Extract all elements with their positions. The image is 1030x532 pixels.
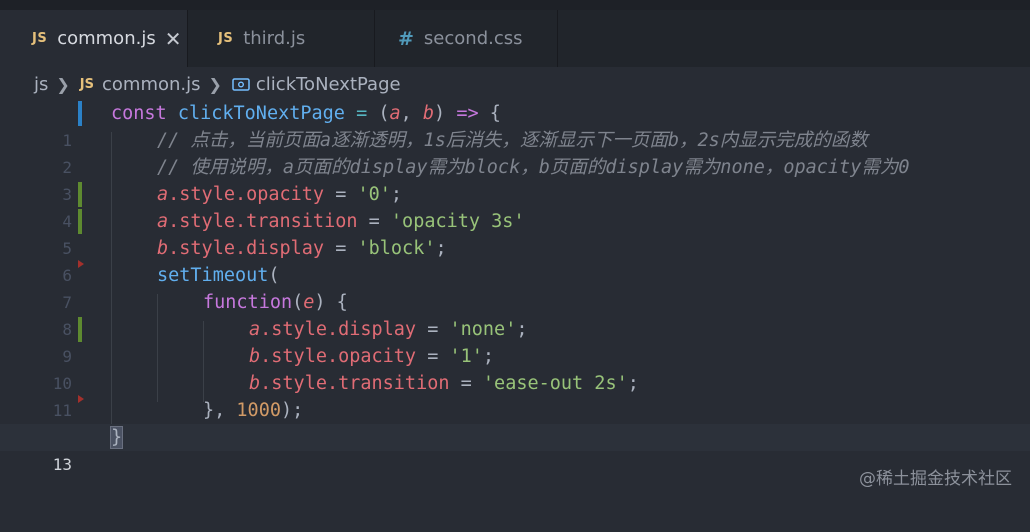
code-line: 4 a.style.opacity = '0';: [0, 181, 1030, 231]
tab-common-js[interactable]: JS common.js ✕: [0, 10, 188, 67]
code-line-current: 13 }: [0, 424, 1030, 474]
code-line: 7 setTimeout(: [0, 260, 1030, 312]
code-line: 1 const clickToNextPage = (a, b) => {: [0, 100, 1030, 150]
code-line: 2 // 点击，当前页面a逐渐透明，1s后消失，逐渐显示下一页面b，2s内显示完…: [0, 127, 1030, 177]
comment: // 使用说明，a页面的display需为block，b页面的display需为…: [157, 157, 910, 178]
gutter-added-marker: [78, 317, 82, 342]
breadcrumb-symbol[interactable]: clickToNextPage: [256, 74, 401, 95]
variable-symbol-icon: [232, 77, 250, 91]
tab-label: second.css: [423, 28, 523, 49]
gutter-added-marker: [78, 209, 82, 234]
gutter-deleted-marker: [78, 260, 84, 268]
code-line: 9 a.style.display = 'none';: [0, 316, 1030, 366]
window-title-strip: [0, 0, 1030, 10]
tab-second-css[interactable]: # second.css: [375, 10, 558, 67]
code-line: 5 a.style.transition = 'opacity 3s': [0, 208, 1030, 258]
code-editor[interactable]: 1 const clickToNextPage = (a, b) => { 2 …: [0, 100, 1030, 507]
code-line: 3 // 使用说明，a页面的display需为block，b页面的display…: [0, 154, 1030, 204]
tab-third-js[interactable]: JS third.js: [188, 10, 375, 67]
chevron-right-icon: ❯: [56, 74, 70, 94]
matched-bracket: }: [109, 426, 124, 449]
code-line: 10 b.style.opacity = '1';: [0, 343, 1030, 393]
gutter-deleted-marker: [78, 395, 84, 403]
breadcrumb-folder[interactable]: js: [34, 74, 48, 95]
gutter-modified-marker: [78, 101, 82, 126]
gutter-added-marker: [78, 182, 82, 207]
css-file-icon: #: [398, 27, 414, 50]
watermark: @稀土掘金技术社区: [859, 469, 1012, 489]
tab-label: third.js: [243, 28, 306, 49]
line-number: 13: [52, 455, 72, 474]
code-line: 12 }, 1000);: [0, 395, 1030, 447]
code-line: 8 function(e) {: [0, 289, 1030, 339]
javascript-file-icon: JS: [32, 31, 48, 46]
close-icon[interactable]: ✕: [165, 29, 182, 49]
code-line: 11 b.style.transition = 'ease-out 2s';: [0, 370, 1030, 420]
javascript-file-icon: JS: [79, 76, 94, 92]
editor-tab-bar: JS common.js ✕ JS third.js # second.css: [0, 10, 1030, 67]
breadcrumb: js ❯ JS common.js ❯ clickToNextPage: [0, 67, 1030, 101]
code-line: 6 b.style.display = 'block';: [0, 235, 1030, 285]
tab-label: common.js: [57, 28, 156, 49]
chevron-right-icon: ❯: [208, 74, 222, 94]
comment: // 点击，当前页面a逐渐透明，1s后消失，逐渐显示下一页面b，2s内显示完成的…: [157, 130, 868, 151]
javascript-file-icon: JS: [218, 31, 234, 46]
breadcrumb-file[interactable]: common.js: [102, 74, 201, 95]
